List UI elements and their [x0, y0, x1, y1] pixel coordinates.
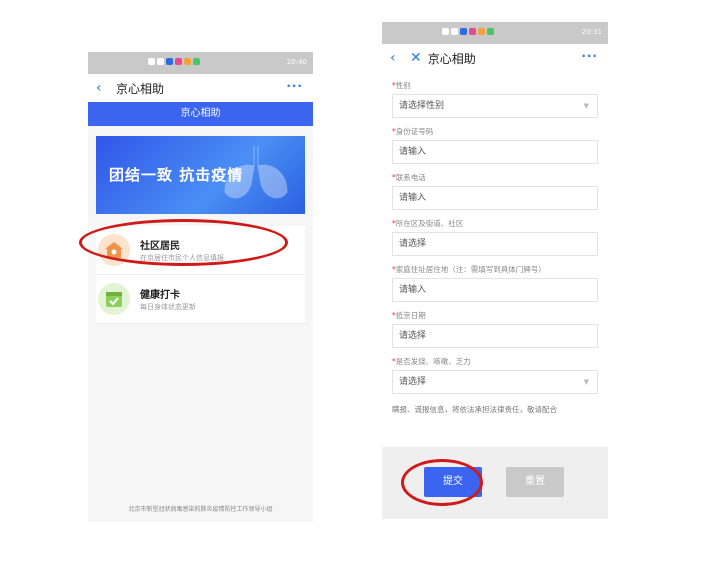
status-icons	[442, 28, 494, 35]
field-value: 请选择	[399, 377, 427, 387]
status-icons	[148, 58, 200, 65]
dropdown-arrow-icon: ▼	[583, 378, 589, 386]
field-label: 身份证号码	[395, 127, 434, 136]
field-label: 所在区及街道、社区	[395, 219, 464, 228]
field-label: 是否发烧、咳嗽、乏力	[395, 357, 471, 366]
banner: 团结一致 抗击疫情	[96, 136, 305, 214]
highlight-ellipse-community	[79, 219, 288, 266]
form-field-arrival-date: *抵京日期 请选择	[392, 310, 598, 348]
status-time: 20:31	[581, 28, 602, 36]
highlight-ellipse-submit	[401, 459, 483, 506]
section-header: 京心相助	[88, 102, 313, 126]
page-title: 京心相助	[116, 81, 165, 96]
status-time: 20:40	[286, 58, 307, 66]
field-value: 请输入	[399, 147, 427, 157]
field-value: 请选择	[399, 331, 427, 341]
close-icon[interactable]: ✕	[410, 50, 422, 66]
nav-bar: ‹ ✕ 京心相助 ···	[382, 44, 608, 72]
form-field-district: *所在区及街道、社区 请选择	[392, 218, 598, 256]
more-icon[interactable]: ···	[286, 79, 303, 93]
address-input[interactable]: 请输入	[392, 278, 598, 302]
more-icon[interactable]: ···	[581, 49, 598, 63]
back-icon[interactable]: ‹	[390, 50, 404, 66]
banner-text: 团结一致 抗击疫情	[109, 166, 244, 184]
right-phone-screen: 20:31 ‹ ✕ 京心相助 ··· *性别 请选择性别 ▼ *身份证号码 请输入…	[382, 22, 608, 519]
left-phone-screen: 20:40 ‹ 京心相助 ··· 京心相助 团结一致 抗击疫情 社区居民 在京居…	[88, 52, 313, 522]
list-item-subtitle: 每日身体状态更新	[140, 303, 196, 311]
list-item-title: 健康打卡	[140, 290, 180, 301]
page-title: 京心相助	[427, 51, 476, 66]
form-field-symptoms: *是否发烧、咳嗽、乏力 请选择 ▼	[392, 356, 598, 394]
dropdown-arrow-icon: ▼	[583, 102, 589, 110]
status-bar: 20:31	[382, 22, 608, 44]
phone-input[interactable]: 请输入	[392, 186, 598, 210]
list-item-health-checkin[interactable]: 健康打卡 每日身体状态更新	[96, 275, 305, 324]
status-bar: 20:40	[88, 52, 313, 74]
symptoms-select[interactable]: 请选择 ▼	[392, 370, 598, 394]
form-field-id-number: *身份证号码 请输入	[392, 126, 598, 164]
field-value: 请选择	[399, 239, 427, 249]
calendar-check-icon	[98, 283, 130, 315]
form-field-gender: *性别 请选择性别 ▼	[392, 80, 598, 118]
field-value: 请选择性别	[399, 101, 445, 111]
arrival-date-picker[interactable]: 请选择	[392, 324, 598, 348]
id-number-input[interactable]: 请输入	[392, 140, 598, 164]
field-label: 家庭住址居住地（注：需填写到具体门牌号）	[395, 265, 546, 274]
gender-select[interactable]: 请选择性别 ▼	[392, 94, 598, 118]
district-select[interactable]: 请选择	[392, 232, 598, 256]
registration-form: *性别 请选择性别 ▼ *身份证号码 请输入 *联系电话 请输入 *所在区及街道、…	[382, 80, 608, 415]
field-label: 联系电话	[395, 173, 426, 182]
field-value: 请输入	[399, 193, 427, 203]
back-icon[interactable]: ‹	[96, 80, 110, 96]
field-label: 抵京日期	[395, 311, 426, 320]
form-field-phone: *联系电话 请输入	[392, 172, 598, 210]
legal-notice: 瞒报、谎报信息，将依法承担法律责任，敬请配合	[392, 405, 557, 414]
form-field-address: *家庭住址居住地（注：需填写到具体门牌号） 请输入	[392, 264, 598, 302]
field-value: 请输入	[399, 285, 427, 295]
footer-text: 北京市新型冠状病毒感染的肺炎疫情防控工作领导小组	[128, 506, 273, 513]
field-label: 性别	[395, 81, 411, 90]
reset-button[interactable]: 重置	[506, 467, 564, 497]
nav-bar: ‹ 京心相助 ···	[88, 74, 313, 102]
